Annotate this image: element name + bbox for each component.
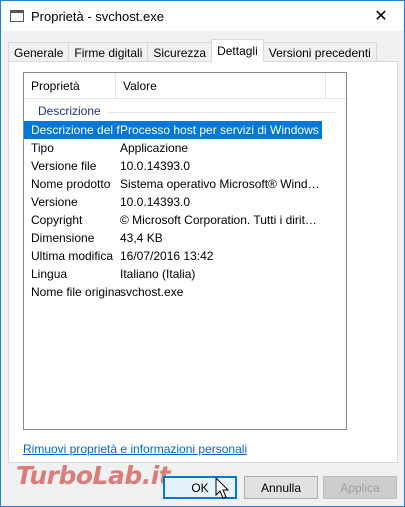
row-value: 10.0.14393.0 [120, 195, 191, 209]
list-row-ultima-modifica[interactable]: Ultima modifica 16/07/2016 13:42 [24, 247, 346, 265]
list-row-tipo[interactable]: Tipo Applicazione [24, 139, 346, 157]
list-row-versione-file[interactable]: Versione file 10.0.14393.0 [24, 157, 346, 175]
row-key: Versione [31, 195, 78, 209]
row-value: 43,4 KB [120, 231, 163, 245]
apply-button: Applica [323, 476, 397, 499]
mouse-cursor-icon [215, 477, 230, 499]
row-key: Copyright [31, 213, 83, 227]
list-row-lingua[interactable]: Lingua Italiano (Italia) [24, 265, 346, 283]
remove-properties-link[interactable]: Rimuovi proprietà e informazioni persona… [23, 442, 247, 456]
tab-sicurezza[interactable]: Sicurezza [147, 42, 213, 62]
close-button[interactable]: ✕ [358, 1, 404, 31]
row-value: svchost.exe [120, 285, 184, 299]
row-value: 10.0.14393.0 [120, 159, 191, 173]
row-key: Tipo [31, 141, 54, 155]
column-header-value[interactable]: Valore [116, 73, 326, 98]
watermark-logo: TurboLab.it [16, 461, 171, 490]
group-divider [108, 112, 336, 113]
close-icon: ✕ [374, 8, 388, 25]
row-key: Versione file [31, 159, 97, 173]
tab-strip: Generale Firme digitali Sicurezza Dettag… [8, 39, 377, 62]
group-header-descrizione[interactable]: Descrizione [24, 103, 346, 121]
list-row-descrizione-file[interactable]: Descrizione del file Processo host per s… [24, 121, 322, 139]
row-key: Dimensione [31, 231, 95, 245]
list-row-copyright[interactable]: Copyright © Microsoft Corporation. Tutti… [24, 211, 346, 229]
details-panel: Proprietà Valore Descrizione Descrizione… [8, 61, 398, 463]
row-value: © Microsoft Corporation. Tutti i diritti… [120, 213, 320, 227]
window-title: Proprietà - svchost.exe [31, 8, 164, 24]
properties-dialog: Proprietà - svchost.exe ✕ Generale Firme… [0, 0, 405, 507]
list-header: Proprietà Valore [24, 73, 346, 99]
group-label: Descrizione [38, 104, 101, 118]
list-row-dimensione[interactable]: Dimensione 43,4 KB [24, 229, 346, 247]
cancel-button[interactable]: Annulla [244, 476, 318, 499]
row-key: Descrizione del file [31, 123, 120, 137]
row-value: 16/07/2016 13:42 [120, 249, 214, 263]
list-row-versione[interactable]: Versione 10.0.14393.0 [24, 193, 346, 211]
window-icon [10, 10, 24, 22]
row-value: Sistema operativo Microsoft® Window... [120, 177, 320, 191]
list-row-nome-prodotto[interactable]: Nome prodotto Sistema operativo Microsof… [24, 175, 346, 193]
tab-firme-digitali[interactable]: Firme digitali [68, 42, 149, 62]
row-key: Ultima modifica [31, 249, 114, 263]
properties-list[interactable]: Proprietà Valore Descrizione Descrizione… [23, 72, 347, 430]
row-key: Nome prodotto [31, 177, 111, 191]
row-value: Applicazione [120, 141, 189, 155]
row-value: Italiano (Italia) [120, 267, 196, 281]
tab-dettagli[interactable]: Dettagli [211, 39, 264, 62]
row-value: Processo host per servizi di Windows [120, 123, 319, 137]
column-header-property[interactable]: Proprietà [24, 73, 116, 98]
row-key: Lingua [31, 267, 68, 281]
list-row-nome-file-originale[interactable]: Nome file originale svchost.exe [24, 283, 346, 301]
tab-versioni-precedenti[interactable]: Versioni precedenti [262, 42, 377, 62]
tab-generale[interactable]: Generale [8, 42, 70, 62]
row-key: Nome file originale [31, 285, 120, 299]
title-bar: Proprietà - svchost.exe ✕ [1, 1, 404, 31]
